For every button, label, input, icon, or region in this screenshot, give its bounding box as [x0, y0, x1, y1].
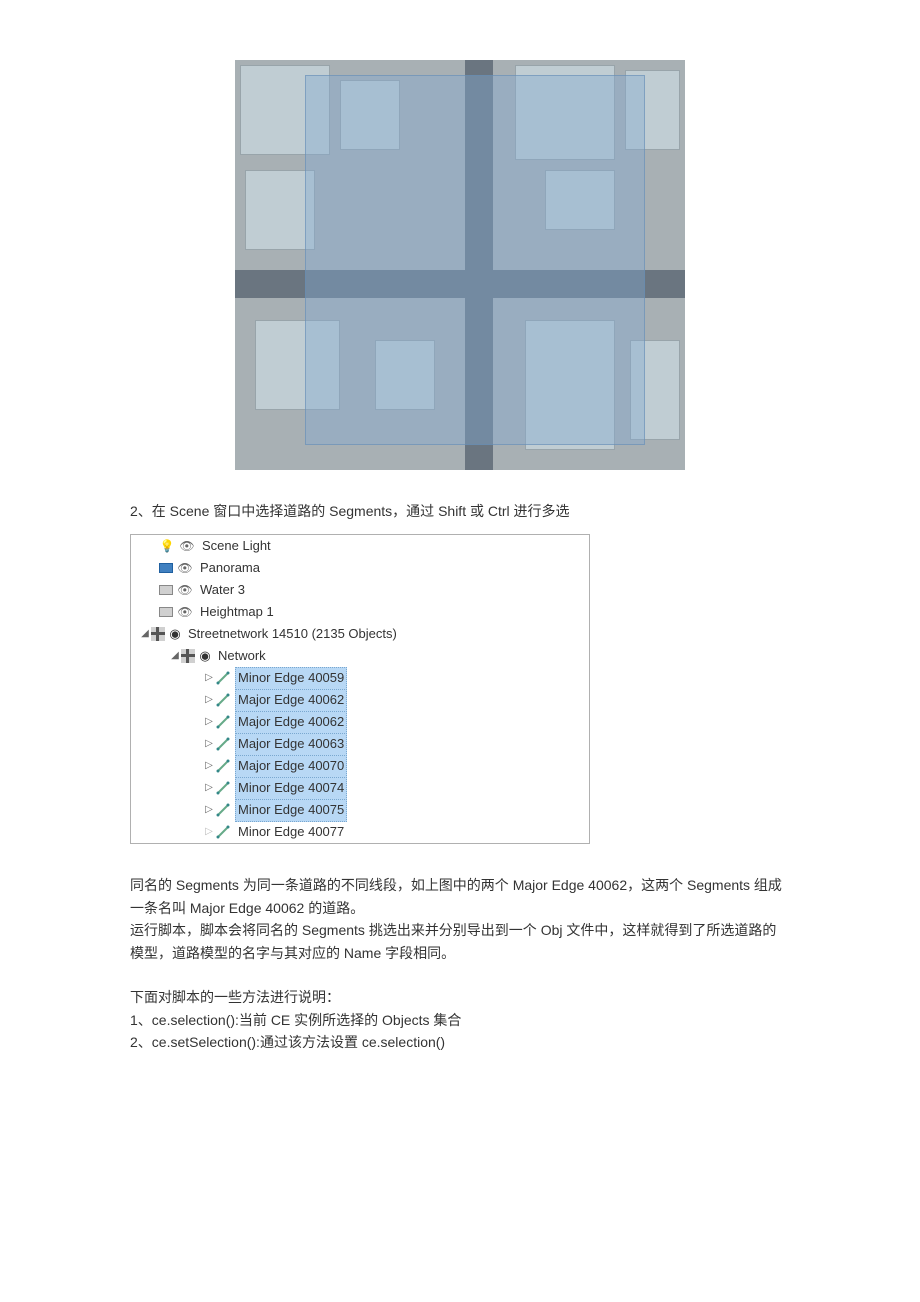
- scene-tree-panel: 💡 👁 Scene Light 👁 Panorama 👁 Water 3 👁 H…: [130, 534, 590, 844]
- tree-label: Streetnetwork 14510 (2135 Objects): [185, 623, 400, 646]
- expand-arrow-icon[interactable]: ▷: [203, 802, 215, 818]
- tree-label: Minor Edge 40077: [235, 821, 347, 844]
- tree-label: Water 3: [197, 579, 248, 602]
- edge-icon: [215, 670, 231, 686]
- tree-label: Heightmap 1: [197, 601, 277, 624]
- tree-label: Scene Light: [199, 535, 274, 558]
- edge-icon: [215, 758, 231, 774]
- tree-item-edge[interactable]: ▷ Major Edge 40062: [131, 689, 589, 711]
- paragraph: 运行脚本，脚本会将同名的 Segments 挑选出来并分别导出到一个 Obj 文…: [130, 919, 790, 964]
- terrain-icon: [159, 607, 173, 617]
- tree-label: Panorama: [197, 557, 263, 580]
- tree-item-panorama[interactable]: 👁 Panorama: [131, 557, 589, 579]
- expand-arrow-icon[interactable]: ▷: [203, 758, 215, 774]
- light-icon: 💡: [159, 538, 175, 554]
- visibility-icon: 👁: [177, 560, 193, 576]
- paragraph: 同名的 Segments 为同一条道路的不同线段，如上图中的两个 Major E…: [130, 874, 790, 919]
- tree-label: Major Edge 40062: [235, 689, 347, 712]
- tree-label: Minor Edge 40059: [235, 667, 347, 690]
- building-block: [240, 65, 330, 155]
- step-2-text: 2、在 Scene 窗口中选择道路的 Segments，通过 Shift 或 C…: [130, 500, 790, 522]
- visibility-icon: 👁: [177, 604, 193, 620]
- tree-item-edge[interactable]: ▷ Major Edge 40063: [131, 733, 589, 755]
- building-block: [625, 70, 680, 150]
- method-desc: 2、ce.setSelection():通过该方法设置 ce.selection…: [130, 1031, 790, 1053]
- road-horizontal: [235, 270, 685, 298]
- building-block: [515, 65, 615, 160]
- expand-arrow-icon[interactable]: ▷: [203, 780, 215, 796]
- tree-item-edge[interactable]: ▷ Minor Edge 40074: [131, 777, 589, 799]
- tree-label: Network: [215, 645, 269, 668]
- visibility-dot-icon: ◉: [169, 628, 181, 640]
- tree-item-edge[interactable]: ▷ Major Edge 40070: [131, 755, 589, 777]
- tree-label: Major Edge 40062: [235, 711, 347, 734]
- building-block: [245, 170, 315, 250]
- tree-item-edge[interactable]: ▷ Major Edge 40062: [131, 711, 589, 733]
- paragraph: 下面对脚本的一些方法进行说明：: [130, 986, 790, 1008]
- tree-item-heightmap[interactable]: 👁 Heightmap 1: [131, 601, 589, 623]
- building-block: [375, 340, 435, 410]
- building-block: [525, 320, 615, 450]
- building-block: [630, 340, 680, 440]
- edge-icon: [215, 692, 231, 708]
- expand-arrow-icon[interactable]: ▷: [203, 714, 215, 730]
- expand-arrow-icon[interactable]: ▷: [203, 692, 215, 708]
- road-vertical: [465, 60, 493, 470]
- visibility-dot-icon: ◉: [199, 650, 211, 662]
- expand-arrow-icon[interactable]: ◢: [169, 648, 181, 664]
- building-block: [340, 80, 400, 150]
- visibility-icon: 👁: [177, 582, 193, 598]
- viewport-screenshot: [235, 60, 685, 470]
- visibility-icon: 👁: [179, 538, 195, 554]
- tree-label: Minor Edge 40074: [235, 777, 347, 800]
- building-block: [545, 170, 615, 230]
- tree-item-network[interactable]: ◢ ◉ Network: [131, 645, 589, 667]
- tree-item-water[interactable]: 👁 Water 3: [131, 579, 589, 601]
- expand-arrow-icon[interactable]: ◢: [139, 626, 151, 642]
- tree-item-edge[interactable]: ▷ Minor Edge 40059: [131, 667, 589, 689]
- tree-label: Major Edge 40063: [235, 733, 347, 756]
- tree-item-edge[interactable]: ▷ Minor Edge 40075: [131, 799, 589, 821]
- tree-item-streetnetwork[interactable]: ◢ ◉ Streetnetwork 14510 (2135 Objects): [131, 623, 589, 645]
- edge-icon: [215, 714, 231, 730]
- panorama-icon: [159, 563, 173, 573]
- tree-item-edge[interactable]: ▷ Minor Edge 40077: [131, 821, 589, 843]
- tree-item-scene-light[interactable]: 💡 👁 Scene Light: [131, 535, 589, 557]
- terrain-icon: [159, 585, 173, 595]
- edge-icon: [215, 736, 231, 752]
- street-network-icon: [151, 627, 165, 641]
- tree-label: Major Edge 40070: [235, 755, 347, 778]
- expand-arrow-icon[interactable]: ▷: [203, 824, 215, 840]
- expand-arrow-icon[interactable]: ▷: [203, 670, 215, 686]
- street-network-icon: [181, 649, 195, 663]
- edge-icon: [215, 802, 231, 818]
- method-desc: 1、ce.selection():当前 CE 实例所选择的 Objects 集合: [130, 1009, 790, 1031]
- explanation-paragraphs: 同名的 Segments 为同一条道路的不同线段，如上图中的两个 Major E…: [130, 874, 790, 1053]
- expand-arrow-icon[interactable]: ▷: [203, 736, 215, 752]
- edge-icon: [215, 780, 231, 796]
- edge-icon: [215, 824, 231, 840]
- building-block: [255, 320, 340, 410]
- tree-label: Minor Edge 40075: [235, 799, 347, 822]
